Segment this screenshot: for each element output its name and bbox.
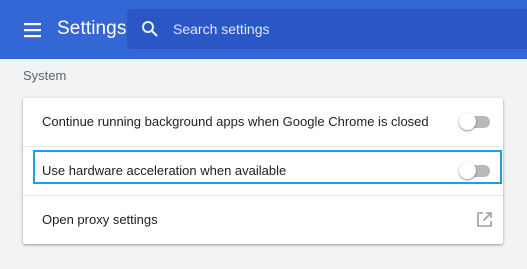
app-header: Settings bbox=[0, 0, 527, 59]
system-settings-card: Continue running background apps when Go… bbox=[23, 98, 503, 244]
toggle-knob bbox=[459, 162, 476, 179]
toggle-knob bbox=[459, 113, 476, 130]
search-icon bbox=[141, 20, 159, 38]
setting-label: Continue running background apps when Go… bbox=[42, 114, 429, 129]
setting-label: Use hardware acceleration when available bbox=[42, 163, 287, 178]
hamburger-menu-icon[interactable] bbox=[22, 20, 44, 40]
search-input[interactable] bbox=[173, 9, 513, 49]
setting-row-proxy[interactable]: Open proxy settings bbox=[23, 195, 503, 244]
background-apps-toggle[interactable] bbox=[459, 113, 493, 131]
setting-label: Open proxy settings bbox=[42, 212, 158, 227]
page-title: Settings bbox=[57, 18, 127, 39]
open-in-new-icon[interactable] bbox=[476, 211, 493, 228]
section-title-system: System bbox=[23, 68, 67, 83]
setting-row-background-apps[interactable]: Continue running background apps when Go… bbox=[23, 98, 503, 146]
search-box[interactable] bbox=[127, 9, 527, 49]
setting-row-hardware-acceleration[interactable]: Use hardware acceleration when available bbox=[23, 146, 503, 195]
hardware-acceleration-toggle[interactable] bbox=[459, 162, 493, 180]
